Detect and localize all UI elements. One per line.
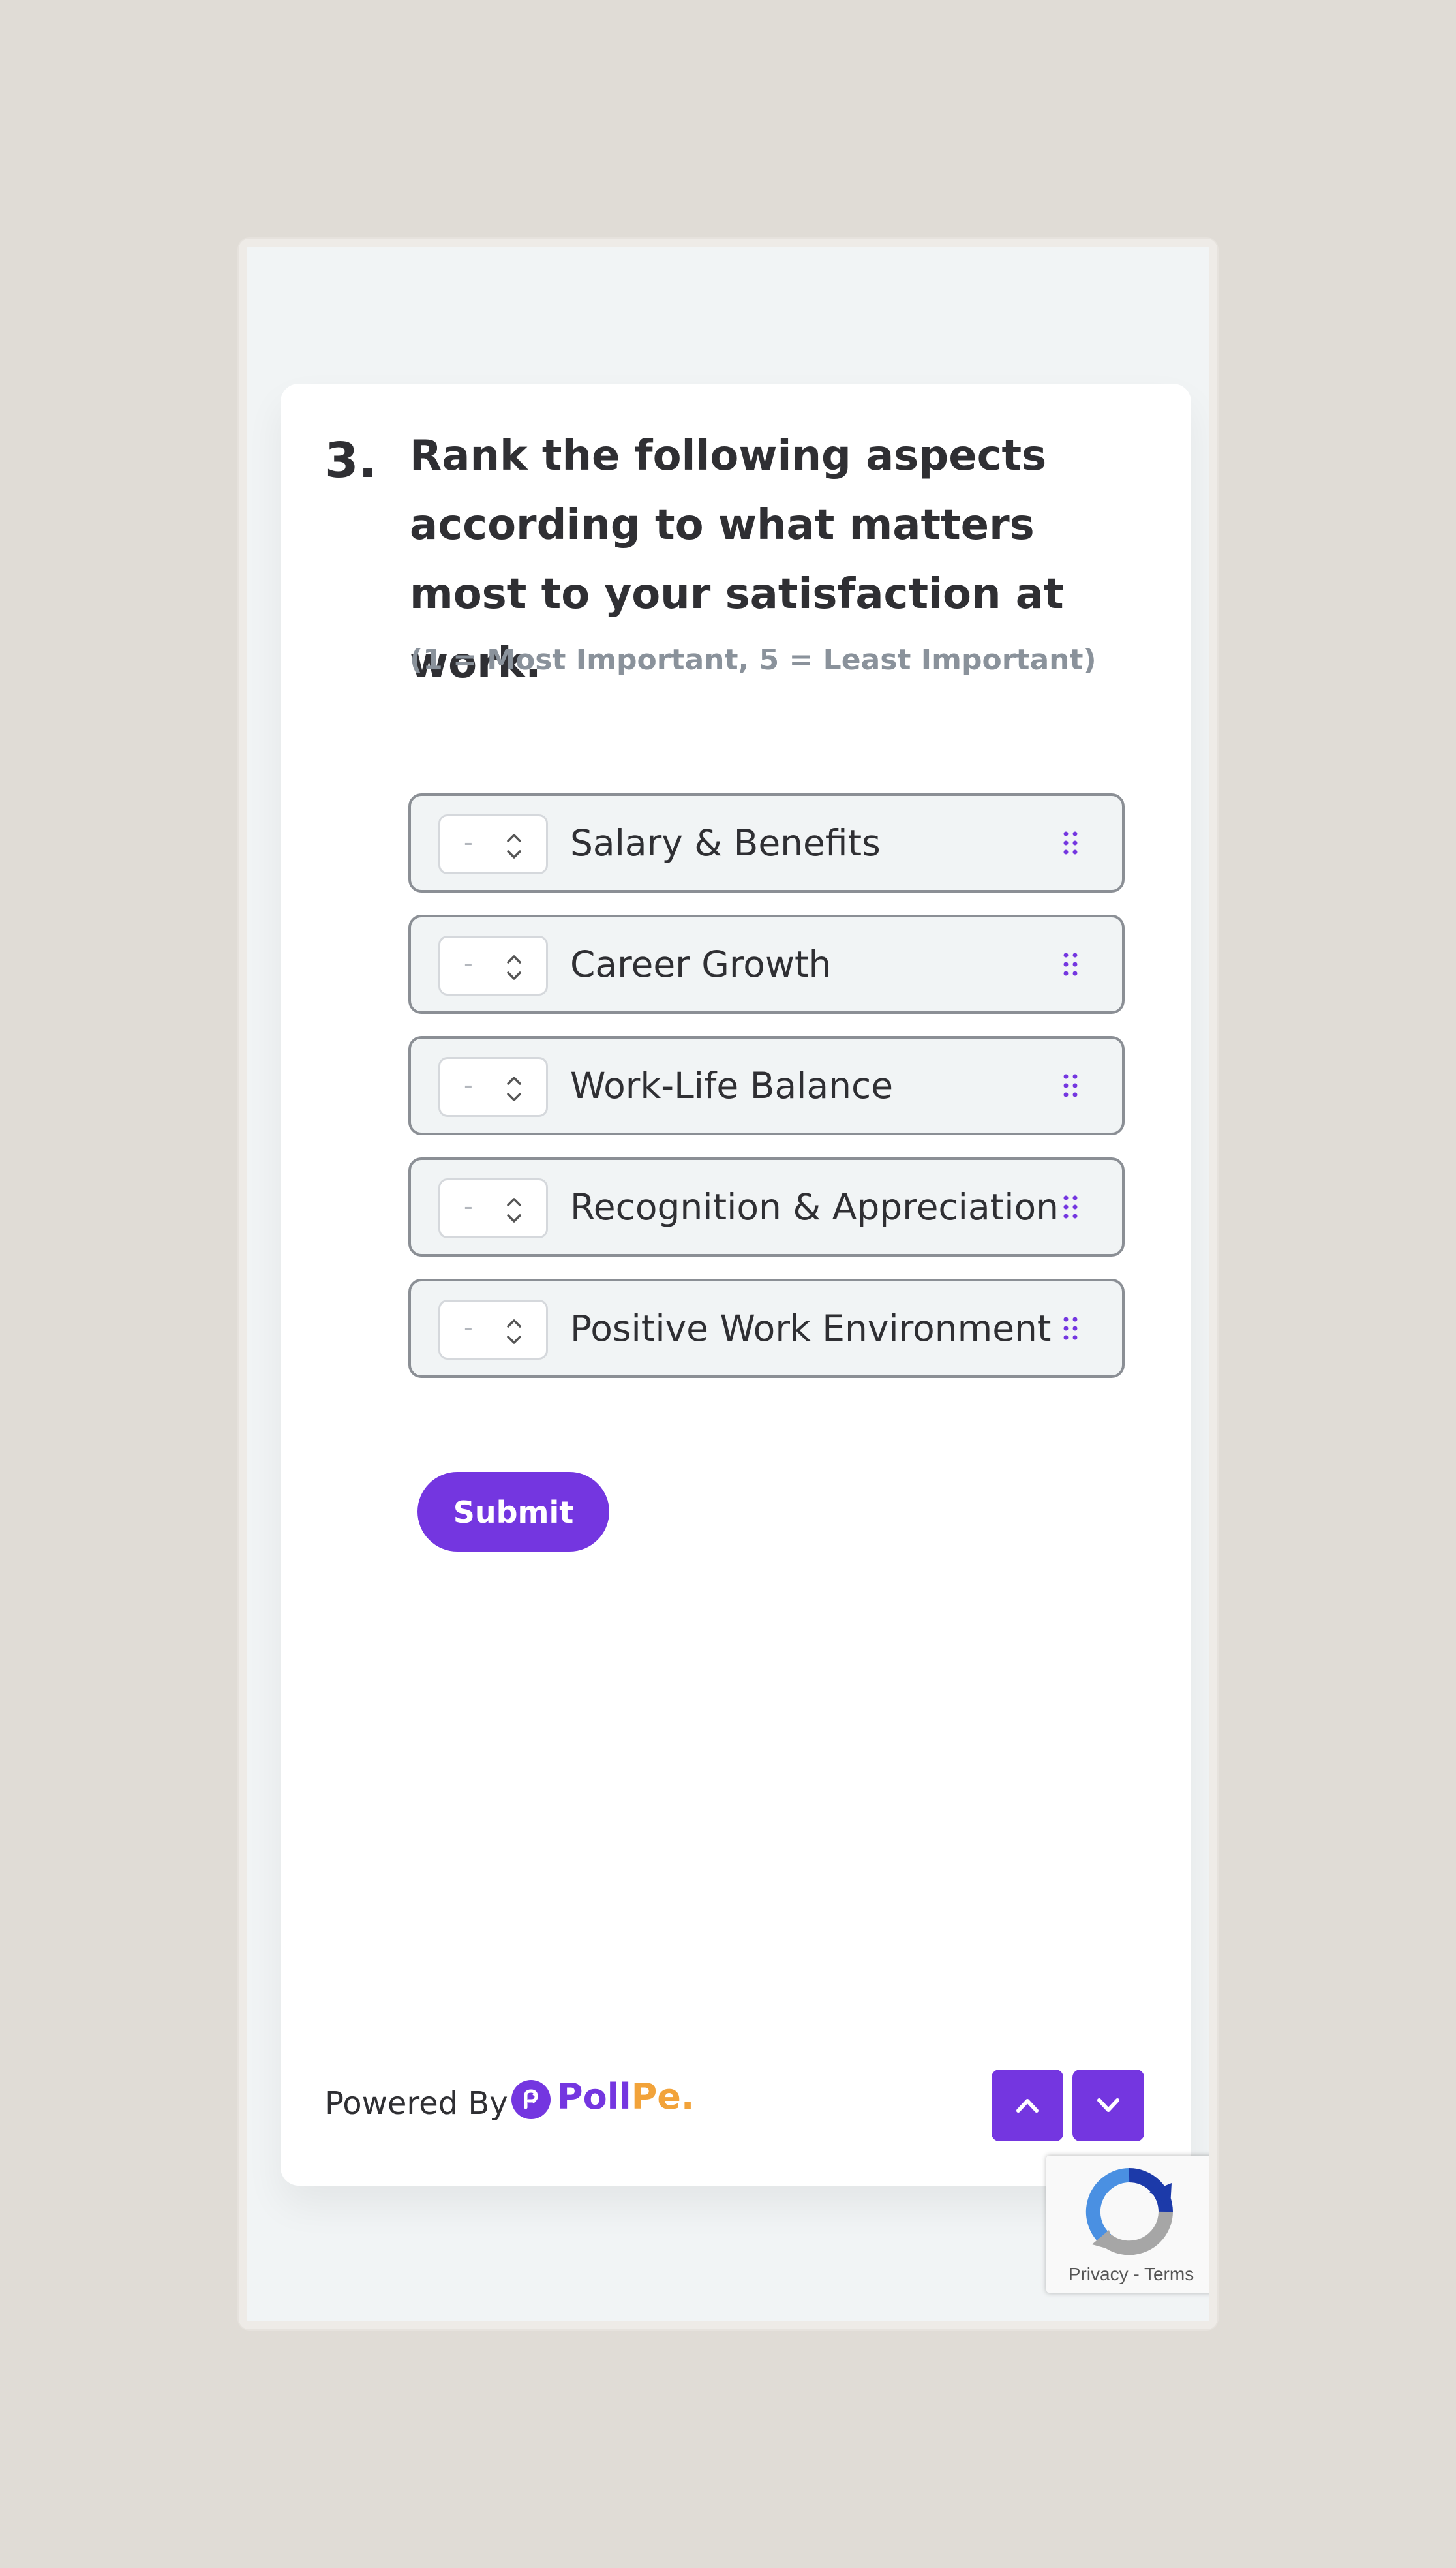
drag-handle-icon[interactable] [1062, 830, 1079, 856]
ranking-list: - Salary & Benefits - Career Growth - Wo… [408, 793, 1125, 1400]
chevron-up-down-icon [507, 1319, 521, 1344]
recaptcha-icon [1085, 2168, 1173, 2255]
captcha-separator: - [1128, 2264, 1144, 2284]
question-subtitle: (1 = Most Important, 5 = Least Important… [410, 643, 1097, 677]
chevron-up-down-icon [507, 834, 521, 859]
terms-link[interactable]: Terms [1144, 2264, 1194, 2284]
rank-value: - [464, 1313, 473, 1342]
question-number: 3. [325, 433, 377, 489]
privacy-link[interactable]: Privacy [1069, 2264, 1129, 2284]
pollpe-logo-icon [511, 2080, 551, 2119]
question-card: 3. Rank the following aspects according … [281, 384, 1191, 2186]
ranking-item[interactable]: - Recognition & Appreciation [408, 1157, 1125, 1257]
rank-select[interactable]: - [438, 1178, 548, 1238]
drag-handle-icon[interactable] [1062, 1073, 1079, 1099]
chevron-up-down-icon [507, 1077, 521, 1101]
powered-by-label: Powered By [325, 2085, 508, 2122]
ranking-item-label: Work-Life Balance [570, 1065, 894, 1107]
submit-button[interactable]: Submit [417, 1472, 609, 1552]
ranking-item[interactable]: - Work-Life Balance [408, 1036, 1125, 1135]
ranking-item-label: Career Growth [570, 943, 832, 985]
rank-select[interactable]: - [438, 1300, 548, 1360]
chevron-down-icon [1097, 2098, 1119, 2112]
recaptcha-badge[interactable]: Privacy - Terms [1046, 2156, 1209, 2293]
rank-value: - [464, 949, 473, 978]
previous-question-button[interactable] [992, 2070, 1063, 2141]
captcha-links: Privacy - Terms [1046, 2264, 1209, 2285]
ranking-item-label: Salary & Benefits [570, 822, 881, 864]
brand-wordmark: PollPe. [557, 2076, 694, 2117]
rank-value: - [464, 828, 473, 857]
rank-value: - [464, 1192, 473, 1221]
ranking-item[interactable]: - Career Growth [408, 915, 1125, 1014]
rank-select[interactable]: - [438, 1057, 548, 1117]
ranking-item-label: Recognition & Appreciation [570, 1186, 1059, 1228]
drag-handle-icon[interactable] [1062, 1194, 1079, 1220]
rank-select[interactable]: - [438, 936, 548, 996]
drag-handle-icon[interactable] [1062, 1315, 1079, 1341]
ranking-item[interactable]: - Salary & Benefits [408, 793, 1125, 893]
next-question-button[interactable] [1072, 2070, 1144, 2141]
rank-value: - [464, 1071, 473, 1099]
rank-select[interactable]: - [438, 814, 548, 874]
chevron-up-icon [1016, 2099, 1039, 2113]
chevron-up-down-icon [507, 955, 521, 980]
ranking-item[interactable]: - Positive Work Environment [408, 1279, 1125, 1378]
ranking-item-label: Positive Work Environment [570, 1307, 1052, 1349]
brand-part2: Pe. [631, 2076, 695, 2117]
drag-handle-icon[interactable] [1062, 951, 1079, 977]
form-frame: 3. Rank the following aspects according … [239, 239, 1217, 2329]
brand-part1: Poll [557, 2076, 631, 2117]
chevron-up-down-icon [507, 1198, 521, 1223]
